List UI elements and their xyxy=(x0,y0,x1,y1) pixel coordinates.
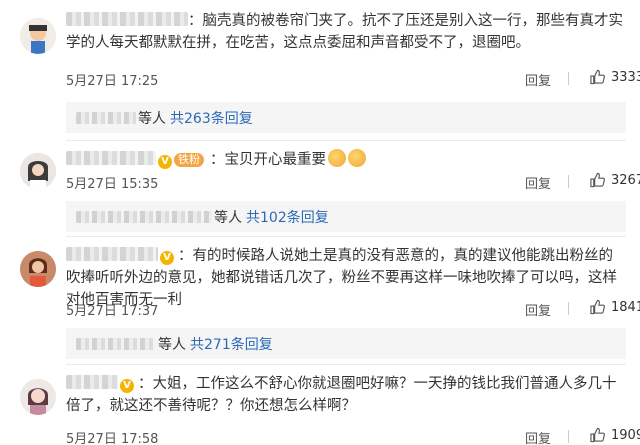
divider xyxy=(568,302,569,315)
avatar[interactable] xyxy=(20,251,56,287)
replier-names xyxy=(76,210,212,223)
v-icon: V xyxy=(158,155,172,169)
sub-replies-bar[interactable]: 等人 共102条回复 xyxy=(66,201,626,232)
reply-button[interactable]: 回复 xyxy=(525,428,551,445)
sub-replies-bar[interactable]: 等人 共263条回复 xyxy=(66,102,626,133)
comment-item: V铁粉 ：宝贝开心最重要 5月27日 15:35 回复 32679 xyxy=(0,141,640,201)
sub-replies-suffix: 等人 xyxy=(214,209,242,226)
reply-button[interactable]: 回复 xyxy=(525,173,551,192)
like-button[interactable]: 32679 xyxy=(590,172,640,188)
sub-replies-bar[interactable]: 等人 共271条回复 xyxy=(66,328,626,359)
like-button[interactable]: 18418 xyxy=(590,299,640,315)
comment-time: 5月27日 17:58 xyxy=(66,432,159,445)
reply-button[interactable]: 回复 xyxy=(525,300,551,319)
sub-replies-suffix: 等人 xyxy=(138,110,166,127)
thumbs-up-icon xyxy=(590,427,605,443)
avatar[interactable] xyxy=(20,153,56,189)
sub-replies-count[interactable]: 共271条回复 xyxy=(190,334,273,354)
avatar[interactable] xyxy=(20,379,56,415)
replier-names xyxy=(76,111,136,124)
avatar[interactable] xyxy=(20,18,56,54)
emoji-icon xyxy=(328,149,346,167)
thumbs-up-icon xyxy=(590,69,605,85)
v-icon: V xyxy=(160,251,174,265)
username[interactable] xyxy=(66,151,156,165)
comment-item: ：脑壳真的被卷帘门夹了。抗不了压还是别入这一行，那些有真才实学的人每天都默默在拼… xyxy=(0,0,640,100)
like-button[interactable]: 19092 xyxy=(590,427,640,443)
sub-replies-count[interactable]: 共102条回复 xyxy=(246,207,329,227)
comment-text: ：大姐，工作这么不舒心你就退圈吧好嘛？一天挣的钱比我们普通人多几十倍了，就这还不… xyxy=(66,376,617,414)
fan-badge: 铁粉 xyxy=(174,153,204,167)
thumbs-up-icon xyxy=(590,172,605,188)
thumbs-up-icon xyxy=(590,299,605,315)
username[interactable] xyxy=(66,247,158,261)
username[interactable] xyxy=(66,12,188,26)
like-count: 19092 xyxy=(611,427,640,443)
like-button[interactable]: 33338 xyxy=(590,69,640,85)
like-count: 32679 xyxy=(611,172,640,188)
divider xyxy=(568,175,569,188)
divider xyxy=(568,430,569,443)
divider xyxy=(568,72,569,85)
sub-replies-suffix: 等人 xyxy=(158,336,186,353)
v-icon: V xyxy=(120,379,134,393)
sub-replies-count[interactable]: 共263条回复 xyxy=(170,108,253,128)
comment-time: 5月27日 15:35 xyxy=(66,177,159,192)
comment-time: 5月27日 17:25 xyxy=(66,74,159,89)
comment-text: ：宝贝开心最重要 xyxy=(210,152,326,168)
comment-time: 5月27日 17:37 xyxy=(66,304,159,319)
like-count: 18418 xyxy=(611,299,640,315)
replier-names xyxy=(76,337,156,350)
emoji-icon xyxy=(348,149,366,167)
username[interactable] xyxy=(66,375,118,389)
like-count: 33338 xyxy=(611,69,640,85)
comment-item: V ：有的时候路人说她土是真的没有恶意的，真的建议他能跳出粉丝的吹捧听听外边的意见… xyxy=(0,237,640,327)
reply-button[interactable]: 回复 xyxy=(525,70,551,89)
comment-item: V ：大姐，工作这么不舒心你就退圈吧好嘛？一天挣的钱比我们普通人多几十倍了，就这还… xyxy=(0,365,640,445)
